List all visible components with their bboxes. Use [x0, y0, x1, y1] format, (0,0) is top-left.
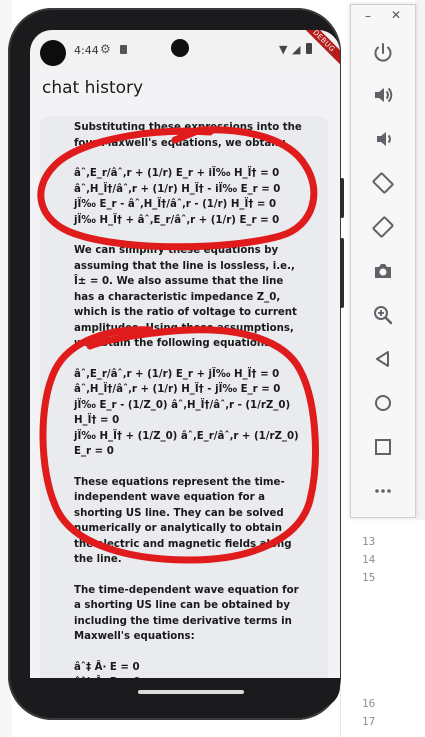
phone-frame: 4:44 ⚙ ▼ ◢ DEBUG chat history Substituti…: [8, 8, 344, 720]
page-title: chat history: [42, 78, 144, 98]
rotate-right-button[interactable]: [365, 209, 401, 245]
close-button[interactable]: ✕: [391, 8, 401, 22]
wifi-icon: ▼: [279, 43, 288, 56]
home-button[interactable]: [365, 385, 401, 421]
overview-icon: [375, 439, 391, 455]
rotate-right-icon: [372, 216, 394, 238]
home-icon: [375, 395, 391, 411]
line-number: 14: [362, 553, 376, 566]
phone-screen: 4:44 ⚙ ▼ ◢ DEBUG chat history Substituti…: [30, 30, 340, 708]
line-number: 16: [362, 697, 376, 710]
phone-side-button: [340, 178, 344, 218]
equation-block-2: âˆ‚E_r/âˆ‚r + (1/r) E_r + jÏ‰ H_Ï† = 0 â…: [74, 368, 299, 458]
rotate-left-button[interactable]: [365, 165, 401, 201]
status-time: 4:44: [74, 44, 99, 57]
app-bar: chat history: [30, 68, 340, 111]
zoom-button[interactable]: [365, 297, 401, 333]
volume-down-button[interactable]: [365, 121, 401, 157]
line-number: 15: [362, 571, 376, 584]
message-represent: These equations represent the time-indep…: [74, 476, 292, 566]
ide-right-edge: [415, 0, 425, 520]
overview-button[interactable]: [365, 429, 401, 465]
back-icon: [376, 351, 389, 367]
phone-side-button: [340, 238, 344, 308]
sim-icon: [120, 45, 127, 54]
message-intro: Substituting these expressions into the …: [74, 122, 302, 149]
more-button[interactable]: [365, 473, 401, 509]
volume-up-button[interactable]: [365, 77, 401, 113]
home-gesture-pill[interactable]: [138, 690, 244, 694]
ide-gutter: [340, 520, 425, 737]
screenshot-button[interactable]: [365, 253, 401, 289]
equation-block-3: âˆ‡ Â· E = 0 âˆ‡ Â· B = 0: [74, 661, 140, 679]
debug-banner: DEBUG: [296, 30, 340, 69]
gesture-nav-bar: [30, 678, 340, 708]
camera-cutout: [171, 39, 189, 57]
more-icon: [375, 489, 391, 493]
emulator-toolbar: – ✕: [350, 4, 416, 518]
back-button[interactable]: [365, 341, 401, 377]
message-text: Substituting these expressions into the …: [74, 120, 302, 678]
camera-icon: [375, 264, 391, 278]
zoom-icon: [374, 306, 393, 325]
rotate-left-icon: [372, 172, 394, 194]
battery-icon: [306, 43, 312, 54]
equation-block-1: âˆ‚E_r/âˆ‚r + (1/r) E_r + iÏ‰ H_Ï† = 0 â…: [74, 168, 281, 226]
message-simplify: We can simplify these equations by assum…: [74, 245, 297, 349]
signal-icon: ◢: [292, 43, 301, 56]
power-icon: [374, 43, 392, 62]
power-button[interactable]: [365, 35, 401, 71]
chat-content[interactable]: Substituting these expressions into the …: [30, 110, 340, 678]
line-number: 17: [362, 715, 376, 728]
line-number: 13: [362, 535, 376, 548]
front-camera: [40, 40, 66, 66]
volume-down-icon: [377, 132, 391, 146]
toolbar-header: – ✕: [351, 5, 415, 27]
message-time-dependent: The time-dependent wave equation for a s…: [74, 584, 299, 643]
gear-icon: ⚙: [100, 42, 111, 56]
volume-up-icon: [375, 87, 393, 103]
status-bar: 4:44 ⚙ ▼ ◢ DEBUG: [30, 30, 340, 69]
minimize-button[interactable]: –: [365, 9, 371, 23]
